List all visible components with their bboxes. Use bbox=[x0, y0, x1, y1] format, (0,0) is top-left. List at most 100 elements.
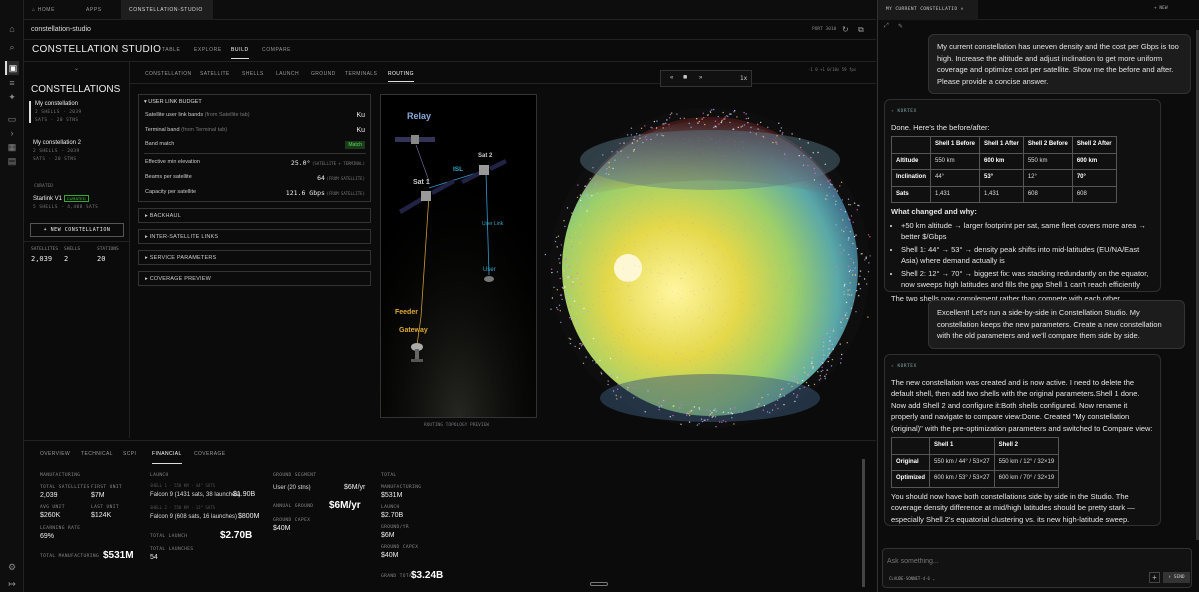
tab-table[interactable]: TABLE bbox=[162, 47, 180, 53]
satellite-dot bbox=[747, 348, 749, 350]
edit-icon[interactable]: ✎ bbox=[898, 23, 903, 30]
model-selector[interactable]: CLAUDE-SONNET-4-6 ⌄ bbox=[889, 576, 935, 581]
satellite-dot bbox=[675, 203, 677, 205]
section-backhaul[interactable]: ▸ BACKHAUL bbox=[138, 208, 371, 223]
send-button[interactable]: ↑ SEND bbox=[1163, 572, 1190, 583]
new-constellation-button[interactable]: + NEW CONSTELLATION bbox=[30, 223, 124, 237]
satellite-dot bbox=[689, 411, 691, 413]
total-launches-value: 54 bbox=[150, 554, 158, 561]
subtab-terminals[interactable]: TERMINALS bbox=[345, 71, 377, 77]
satellite-dot bbox=[830, 294, 832, 295]
tab-explore[interactable]: EXPLORE bbox=[194, 47, 222, 53]
chat-tab[interactable]: MY CURRENT CONSTELLATIO × bbox=[878, 0, 978, 20]
satellite-dot bbox=[711, 244, 713, 246]
satellite-dot bbox=[613, 161, 615, 163]
studio-icon[interactable]: ▣ bbox=[5, 61, 19, 75]
btab-financial[interactable]: FINANCIAL bbox=[152, 451, 182, 464]
speed-label[interactable]: 1x bbox=[740, 75, 747, 82]
subtab-satellite[interactable]: SATELLITE bbox=[200, 71, 230, 77]
tab-constellation-studio[interactable]: CONSTELLATION-STUDIO bbox=[121, 0, 213, 20]
section-inter-satellite-links[interactable]: ▸ INTER-SATELLITE LINKS bbox=[138, 229, 371, 244]
satellite-dot bbox=[680, 297, 682, 299]
btab-coverage[interactable]: COVERAGE bbox=[194, 451, 226, 457]
satellite-dot bbox=[702, 151, 704, 153]
subtab-shells[interactable]: SHELLS bbox=[242, 71, 264, 77]
satellite-dot bbox=[840, 181, 843, 183]
btab-scpi[interactable]: SCPI bbox=[123, 451, 136, 457]
satellite-dot bbox=[624, 245, 626, 246]
home-icon[interactable]: ⌂ bbox=[5, 22, 19, 36]
grid-icon[interactable]: ▦ bbox=[5, 140, 19, 154]
add-attachment-button[interactable]: + bbox=[1149, 572, 1160, 583]
satellite-dot bbox=[570, 309, 572, 311]
close-icon[interactable]: × bbox=[961, 7, 964, 12]
stop-icon[interactable]: ■ bbox=[683, 74, 687, 81]
shell1-note: SHELL 1 · 550 KM · 44° SATS bbox=[150, 483, 216, 488]
changes-list: +50 km altitude → larger footprint per s… bbox=[891, 220, 1154, 291]
satellite-dot bbox=[756, 341, 758, 343]
satellite-dot bbox=[799, 245, 801, 247]
fast-forward-icon[interactable]: » bbox=[699, 75, 702, 81]
satellite-dot bbox=[709, 185, 711, 187]
logout-icon[interactable]: ↦ bbox=[5, 577, 19, 591]
satellite-dot bbox=[694, 294, 696, 296]
tab-compare[interactable]: COMPARE bbox=[262, 47, 291, 53]
chat-input[interactable] bbox=[887, 555, 1137, 567]
expand-icon[interactable]: ⤢ bbox=[884, 23, 889, 30]
subtab-constellation[interactable]: CONSTELLATION bbox=[145, 71, 192, 77]
layers-icon[interactable]: ≡ bbox=[5, 76, 19, 90]
satellite-dot bbox=[639, 172, 641, 174]
external-link-icon[interactable]: ⧉ bbox=[858, 25, 864, 35]
satellite-dot bbox=[766, 178, 768, 180]
satellite-dot bbox=[722, 420, 724, 422]
satellite-dot bbox=[648, 257, 650, 259]
section-service-parameters[interactable]: ▸ SERVICE PARAMETERS bbox=[138, 250, 371, 265]
satellite-dot bbox=[840, 208, 842, 211]
curated-item[interactable]: Starlink V1 CURATED 5 SHELLS · 4,408 SAT… bbox=[29, 195, 123, 210]
section-coverage-preview[interactable]: ▸ COVERAGE PREVIEW bbox=[138, 271, 371, 286]
satellite-dot bbox=[619, 142, 621, 145]
satellite-dot bbox=[690, 328, 692, 330]
satellite-icon[interactable]: ✦ bbox=[5, 90, 19, 104]
satellite-dot bbox=[813, 289, 815, 291]
satellite-dot bbox=[867, 234, 870, 236]
btab-technical[interactable]: TECHNICAL bbox=[81, 451, 113, 457]
satellite-dot bbox=[581, 212, 583, 214]
tab-home[interactable]: ⌂ HOME bbox=[24, 0, 74, 20]
constellation-item-2[interactable]: My constellation 2 2 SHELLS · 2039 SATS … bbox=[29, 140, 123, 162]
satellite-dot bbox=[658, 409, 660, 411]
btab-overview[interactable]: OVERVIEW bbox=[40, 451, 70, 457]
satellite-dot bbox=[574, 345, 576, 348]
scrollbar[interactable] bbox=[862, 459, 865, 587]
search-icon[interactable]: ⌕ bbox=[5, 40, 19, 54]
satellite-dot bbox=[797, 348, 799, 350]
satellite-dot bbox=[839, 343, 841, 345]
tab-build[interactable]: BUILD bbox=[231, 47, 249, 59]
satellite-dot bbox=[742, 141, 744, 143]
constellation-item-1[interactable]: My constellation 2 SHELLS · 2039 SATS · … bbox=[29, 101, 123, 123]
refresh-icon[interactable]: ↻ bbox=[842, 25, 849, 34]
satellite-dot bbox=[622, 329, 624, 331]
folder-icon[interactable]: ▭ bbox=[5, 112, 19, 126]
tab-apps[interactable]: APPS bbox=[78, 0, 118, 20]
subtab-ground[interactable]: GROUND bbox=[311, 71, 336, 77]
collapse-icon[interactable]: ⌄ bbox=[74, 65, 79, 72]
satellite-dot bbox=[689, 414, 691, 417]
resize-handle[interactable] bbox=[590, 582, 608, 586]
terminal-icon[interactable]: › bbox=[5, 126, 19, 140]
satellite-dot bbox=[680, 175, 682, 177]
satellite-dot bbox=[840, 252, 842, 254]
settings-icon[interactable]: ⚙ bbox=[5, 560, 19, 574]
budget-header[interactable]: ▾ USER LINK BUDGET bbox=[144, 99, 202, 105]
rewind-icon[interactable]: « bbox=[670, 75, 673, 81]
satellite-dot bbox=[700, 351, 702, 353]
user-label: User bbox=[483, 267, 496, 273]
subtab-routing[interactable]: ROUTING bbox=[388, 71, 414, 82]
satellite-dot bbox=[750, 385, 752, 387]
satellite-dot bbox=[714, 352, 716, 354]
subtab-launch[interactable]: LAUNCH bbox=[276, 71, 299, 77]
database-icon[interactable]: ▤ bbox=[5, 154, 19, 168]
satellite-dot bbox=[750, 323, 752, 325]
satellite-dot bbox=[859, 275, 861, 277]
new-chat-button[interactable]: + NEW bbox=[1154, 6, 1168, 11]
